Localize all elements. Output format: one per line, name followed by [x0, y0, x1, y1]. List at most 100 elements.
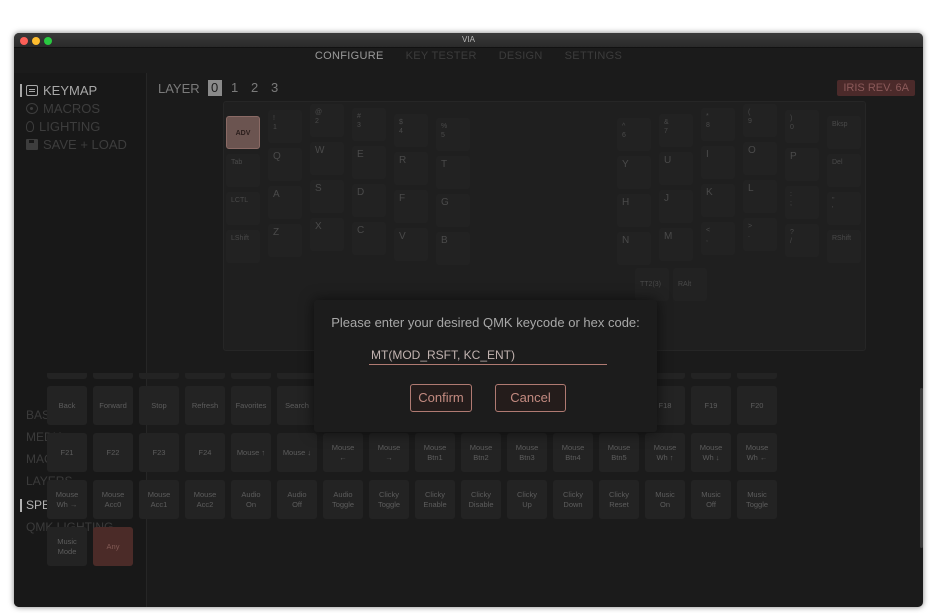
any-keycode-button[interactable]: Any — [93, 527, 133, 566]
sidebar-item-save-load[interactable]: SAVE + LOAD — [26, 137, 127, 152]
keycode-scrollbar[interactable] — [920, 388, 923, 548]
keycode-key[interactable]: Music Mode — [47, 527, 87, 566]
keyboard-key[interactable]: RShift — [827, 230, 861, 263]
keyboard-key[interactable]: ) 0 — [785, 110, 819, 143]
thumb-key[interactable]: RAlt — [673, 268, 707, 301]
keycode-key[interactable]: Mouse → — [369, 433, 409, 472]
keycode-key[interactable]: Mouse Wh ↑ — [645, 433, 685, 472]
keycode-key[interactable]: F19 — [691, 386, 731, 425]
keyboard-key[interactable]: L — [743, 180, 777, 213]
keycode-key[interactable]: F20 — [737, 386, 777, 425]
keycode-key[interactable] — [47, 373, 87, 379]
keycode-key[interactable]: Music On — [645, 480, 685, 519]
keycode-key[interactable]: Clicky Toggle — [369, 480, 409, 519]
keyboard-key[interactable]: P — [785, 148, 819, 181]
keycode-key[interactable]: Mouse Wh ← — [737, 433, 777, 472]
keycode-key[interactable]: Clicky Down — [553, 480, 593, 519]
keycode-key[interactable]: Mouse ← — [323, 433, 363, 472]
key-adv[interactable]: ADV — [226, 116, 260, 149]
keycode-key[interactable]: F21 — [47, 433, 87, 472]
tab-key-tester[interactable]: KEY TESTER — [406, 50, 477, 72]
keycode-key[interactable]: Mouse ↑ — [231, 433, 271, 472]
keycode-key[interactable]: Refresh — [185, 386, 225, 425]
keycode-input[interactable] — [369, 345, 607, 365]
keyboard-key[interactable]: B — [436, 232, 470, 265]
keycode-key[interactable]: F24 — [185, 433, 225, 472]
keyboard-key[interactable]: @ 2 — [310, 104, 344, 137]
keyboard-key[interactable]: % 5 — [436, 118, 470, 151]
layer-2-button[interactable]: 2 — [248, 80, 262, 96]
tab-configure[interactable]: CONFIGURE — [315, 50, 384, 72]
keycode-key[interactable]: Back — [47, 386, 87, 425]
keyboard-key[interactable]: T — [436, 156, 470, 189]
keycode-key[interactable]: Mouse Acc0 — [93, 480, 133, 519]
cancel-button[interactable]: Cancel — [495, 384, 566, 412]
keycode-key[interactable]: Mouse Btn1 — [415, 433, 455, 472]
sidebar-item-macros[interactable]: MACROS — [26, 101, 100, 116]
keyboard-key[interactable]: O — [743, 142, 777, 175]
keyboard-key[interactable]: Tab — [226, 154, 260, 187]
keycode-key[interactable] — [231, 373, 271, 379]
keyboard-key[interactable]: H — [617, 194, 651, 227]
keycode-key[interactable]: Mouse ↓ — [277, 433, 317, 472]
keycode-key[interactable]: Mouse Btn5 — [599, 433, 639, 472]
keycode-key[interactable] — [185, 373, 225, 379]
keyboard-key[interactable]: ^ 6 — [617, 118, 651, 151]
keyboard-key[interactable]: S — [310, 180, 344, 213]
confirm-button[interactable]: Confirm — [410, 384, 472, 412]
keyboard-key[interactable]: M — [659, 228, 693, 261]
keyboard-key[interactable]: & 7 — [659, 114, 693, 147]
keyboard-key[interactable]: Q — [268, 148, 302, 181]
keyboard-key[interactable]: K — [701, 184, 735, 217]
keyboard-key[interactable]: W — [310, 142, 344, 175]
keyboard-key[interactable]: Z — [268, 224, 302, 257]
keycode-key[interactable] — [691, 373, 731, 379]
keycode-key[interactable] — [93, 373, 133, 379]
keycode-key[interactable]: Audio On — [231, 480, 271, 519]
keyboard-key[interactable]: > . — [743, 218, 777, 251]
layer-3-button[interactable]: 3 — [268, 80, 282, 96]
sidebar-item-lighting[interactable]: LIGHTING — [26, 119, 100, 134]
keycode-key[interactable] — [277, 373, 317, 379]
keyboard-key[interactable]: Del — [827, 154, 861, 187]
layer-0-button[interactable]: 0 — [207, 80, 222, 96]
keycode-key[interactable]: Mouse Btn2 — [461, 433, 501, 472]
keyboard-key[interactable]: X — [310, 218, 344, 251]
keycode-key[interactable]: Favorites — [231, 386, 271, 425]
keycode-key[interactable]: F23 — [139, 433, 179, 472]
tab-design[interactable]: DESIGN — [499, 50, 543, 72]
keycode-key[interactable]: Mouse Btn3 — [507, 433, 547, 472]
keycode-key[interactable]: Audio Toggle — [323, 480, 363, 519]
keyboard-key[interactable]: G — [436, 194, 470, 227]
sidebar-item-keymap[interactable]: KEYMAP — [20, 83, 97, 98]
keycode-key[interactable]: Music Off — [691, 480, 731, 519]
keyboard-key[interactable]: " ' — [827, 192, 861, 225]
keycode-key[interactable]: Music Toggle — [737, 480, 777, 519]
keycode-key[interactable]: F22 — [93, 433, 133, 472]
keyboard-key[interactable]: # 3 — [352, 108, 386, 141]
keycode-key[interactable] — [737, 373, 777, 379]
keycode-key[interactable]: Forward — [93, 386, 133, 425]
keyboard-key[interactable]: D — [352, 184, 386, 217]
keyboard-key[interactable]: E — [352, 146, 386, 179]
keyboard-key[interactable]: < , — [701, 222, 735, 255]
keyboard-key[interactable]: Bksp — [827, 116, 861, 149]
keyboard-key[interactable]: J — [659, 190, 693, 223]
keycode-key[interactable]: Clicky Enable — [415, 480, 455, 519]
keyboard-key[interactable]: C — [352, 222, 386, 255]
layer-1-button[interactable]: 1 — [228, 80, 242, 96]
keyboard-key[interactable]: I — [701, 146, 735, 179]
keycode-key[interactable]: Mouse Wh ↓ — [691, 433, 731, 472]
keyboard-key[interactable]: Y — [617, 156, 651, 189]
keyboard-key[interactable]: * 8 — [701, 108, 735, 141]
keycode-key[interactable]: Search — [277, 386, 317, 425]
keycode-key[interactable]: Mouse Wh → — [47, 480, 87, 519]
keyboard-key[interactable]: ? / — [785, 224, 819, 257]
keycode-key[interactable]: Clicky Disable — [461, 480, 501, 519]
thumb-key[interactable]: TT2(3) — [635, 268, 669, 301]
keyboard-key[interactable]: U — [659, 152, 693, 185]
keyboard-key[interactable]: ! 1 — [268, 110, 302, 143]
keycode-key[interactable]: Stop — [139, 386, 179, 425]
keyboard-key[interactable]: N — [617, 232, 651, 265]
keyboard-key[interactable]: ( 9 — [743, 104, 777, 137]
